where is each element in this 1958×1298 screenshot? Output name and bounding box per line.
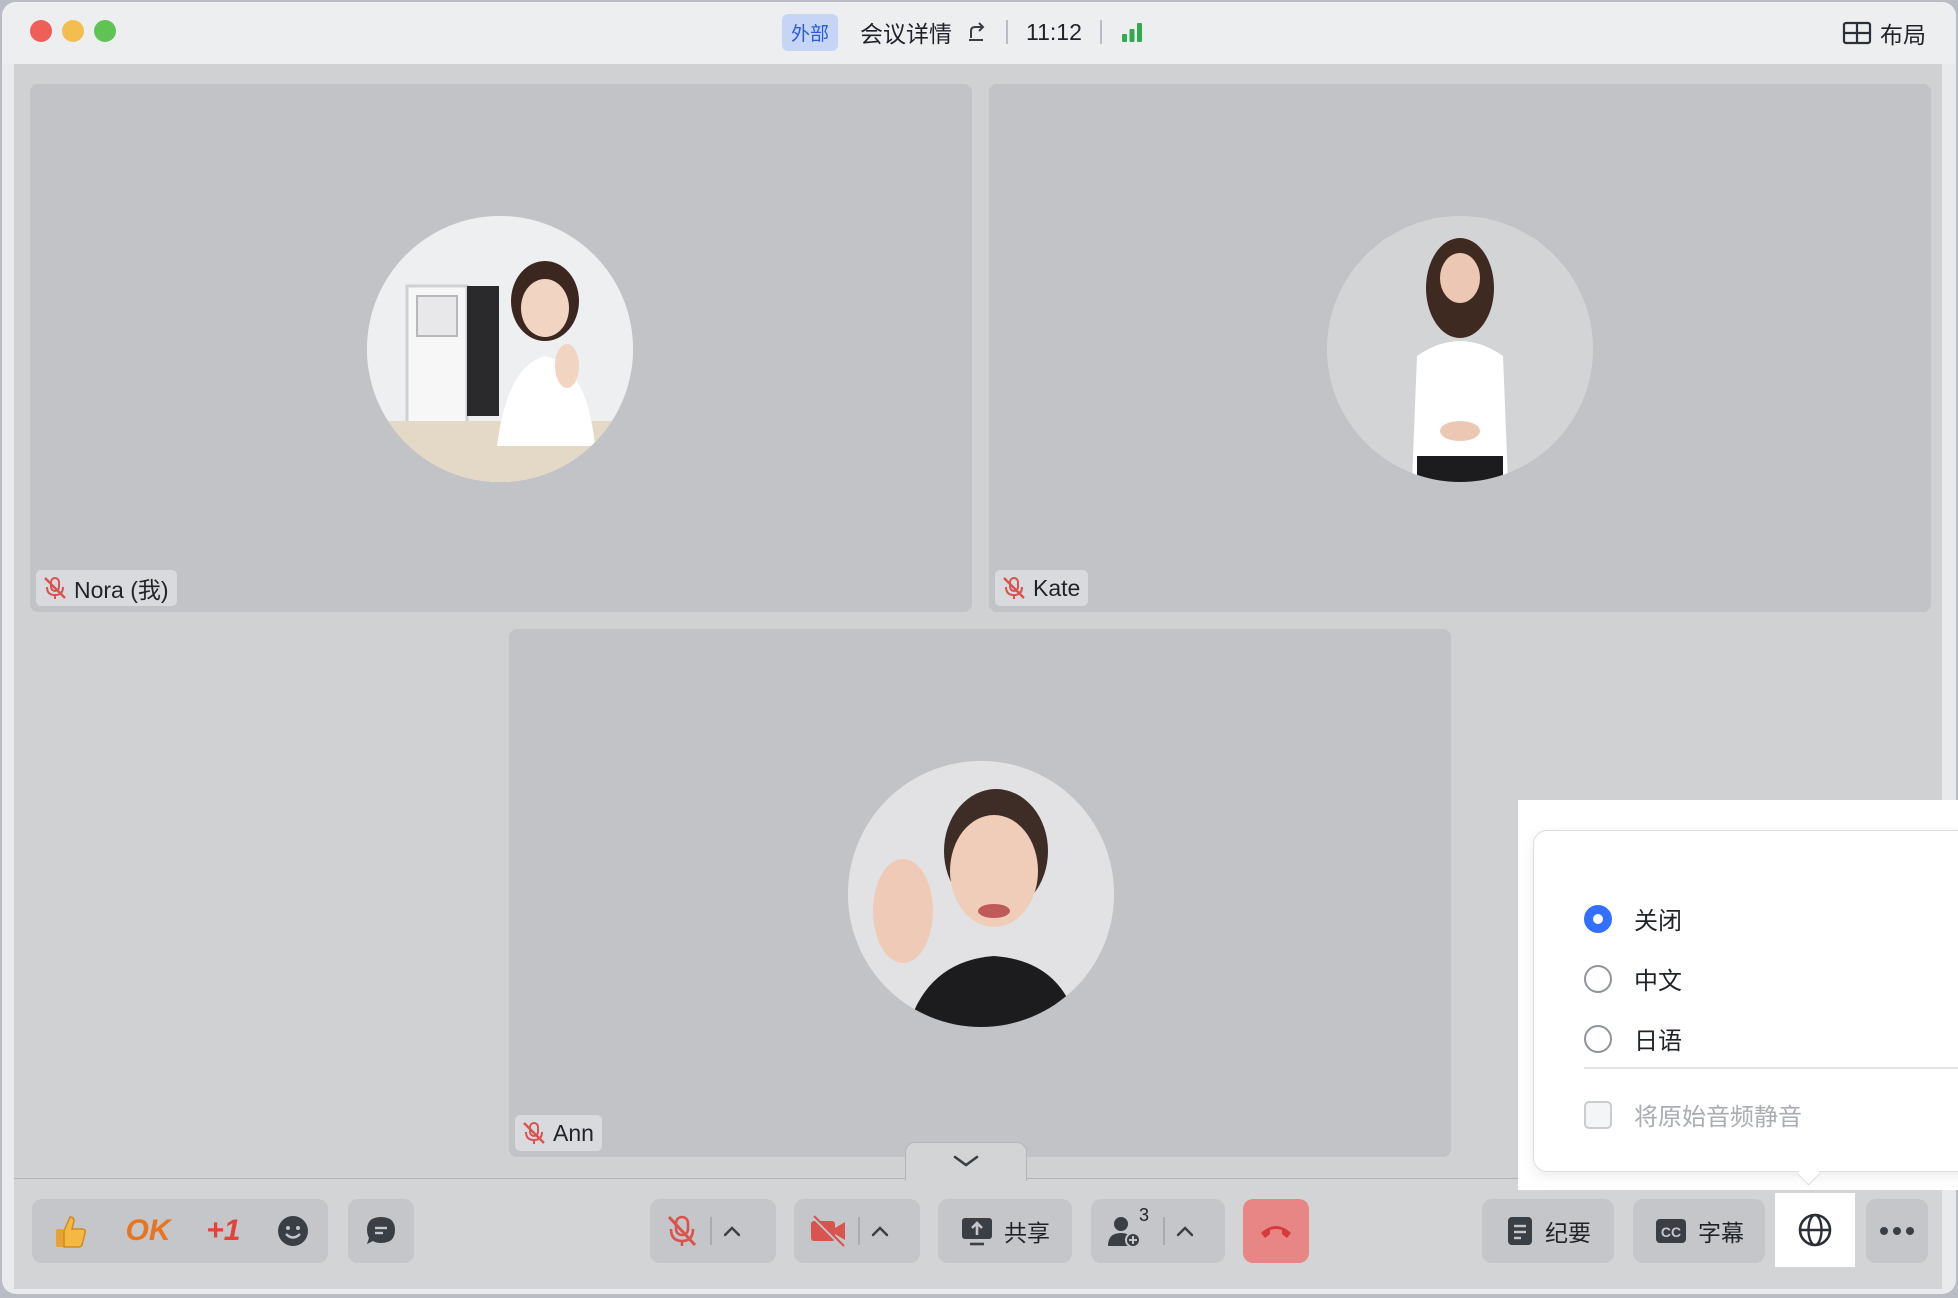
reaction-plus-one[interactable]: +1	[206, 1214, 240, 1248]
participant-name-tag: Nora (我)	[36, 570, 177, 606]
translation-option-japanese[interactable]: 日语	[1584, 1021, 1682, 1056]
participant-name-tag: Kate	[995, 570, 1089, 606]
participant-count: 3	[1139, 1205, 1150, 1225]
participant-tile-nora[interactable]: Nora (我)	[30, 84, 972, 612]
separator	[710, 1217, 712, 1245]
participant-name: Ann	[553, 1119, 594, 1146]
option-label: 中文	[1634, 968, 1682, 995]
share-screen-icon	[960, 1215, 994, 1247]
document-icon	[1505, 1215, 1535, 1247]
add-participant-icon: 3	[1105, 1205, 1149, 1249]
meeting-timer: 11:12	[1026, 18, 1082, 45]
mic-muted-icon	[42, 575, 74, 601]
radio-unselected[interactable]	[1584, 964, 1612, 993]
meeting-details-link[interactable]: 会议详情	[860, 15, 952, 49]
mute-original-label: 将原始音频静音	[1634, 1104, 1802, 1131]
radio-unselected[interactable]	[1584, 1024, 1612, 1053]
collapse-toolbar-button[interactable]	[905, 1142, 1027, 1181]
share-label: 共享	[1004, 1220, 1050, 1246]
chevron-down-icon	[952, 1153, 980, 1169]
share-button[interactable]: 共享	[938, 1199, 1072, 1263]
translation-button[interactable]	[1775, 1193, 1855, 1267]
separator	[858, 1217, 860, 1245]
meeting-info-bar: 外部 会议详情 11:12	[782, 12, 1144, 52]
mic-muted-icon	[1001, 575, 1033, 601]
layout-label: 布局	[1880, 22, 1926, 48]
avatar	[367, 216, 633, 482]
title-bar: 外部 会议详情 11:12 布局	[2, 2, 1956, 64]
chat-bubble-icon	[364, 1214, 398, 1248]
avatar	[1327, 216, 1593, 482]
mute-original-checkbox[interactable]	[1584, 1100, 1612, 1129]
mic-muted-icon	[664, 1213, 700, 1249]
chevron-up-icon[interactable]	[870, 1224, 890, 1238]
participant-tile-kate[interactable]: Kate	[989, 84, 1931, 612]
close-window-button[interactable]	[30, 20, 52, 42]
more-dots-icon	[1879, 1226, 1915, 1236]
option-label: 关闭	[1634, 908, 1682, 935]
share-link-icon[interactable]	[966, 21, 988, 43]
captions-label: 字幕	[1698, 1220, 1744, 1246]
reaction-ok[interactable]: OK	[126, 1214, 171, 1248]
chevron-up-icon[interactable]	[1175, 1224, 1195, 1238]
reactions-group: OK +1	[32, 1199, 328, 1263]
hang-up-icon	[1258, 1221, 1294, 1241]
participant-name: Kate	[1033, 574, 1081, 601]
svg-text:CC: CC	[1661, 1224, 1681, 1240]
separator	[1099, 20, 1102, 44]
chat-button[interactable]	[348, 1199, 414, 1263]
translation-menu: 关闭 中文 日语 将原始音频静音	[1533, 830, 1958, 1172]
radio-selected[interactable]	[1584, 904, 1612, 933]
camera-button[interactable]	[794, 1199, 920, 1263]
microphone-button[interactable]	[650, 1199, 776, 1263]
zoom-window-button[interactable]	[94, 20, 116, 42]
leave-meeting-button[interactable]	[1243, 1199, 1309, 1263]
participants-button[interactable]: 3	[1091, 1199, 1225, 1263]
thumbs-up-icon[interactable]	[50, 1211, 90, 1251]
cc-icon: CC	[1654, 1217, 1688, 1245]
separator	[1163, 1217, 1165, 1245]
emoji-icon[interactable]	[276, 1214, 310, 1248]
mic-muted-icon	[521, 1120, 553, 1146]
menu-divider	[1584, 1067, 1958, 1069]
layout-button[interactable]: 布局	[1842, 16, 1926, 50]
separator	[1006, 20, 1009, 44]
mute-original-audio-option[interactable]: 将原始音频静音	[1584, 1097, 1802, 1132]
translation-option-chinese[interactable]: 中文	[1584, 961, 1682, 996]
more-options-button[interactable]	[1866, 1199, 1928, 1263]
chevron-up-icon[interactable]	[722, 1224, 742, 1238]
camera-off-icon	[808, 1213, 848, 1249]
avatar	[848, 761, 1114, 1027]
external-badge: 外部	[782, 13, 839, 51]
grid-layout-icon	[1842, 21, 1872, 45]
minimize-window-button[interactable]	[62, 20, 84, 42]
signal-strength-icon[interactable]	[1120, 21, 1144, 43]
participant-tile-ann[interactable]: Ann	[509, 629, 1451, 1157]
participant-name-tag: Ann	[515, 1115, 602, 1151]
captions-button[interactable]: CC 字幕	[1633, 1199, 1765, 1263]
option-label: 日语	[1634, 1028, 1682, 1055]
participant-name: Nora (我)	[74, 577, 169, 603]
translation-option-off[interactable]: 关闭	[1584, 901, 1682, 936]
minutes-label: 纪要	[1545, 1220, 1591, 1246]
globe-icon	[1796, 1211, 1834, 1249]
minutes-button[interactable]: 纪要	[1482, 1199, 1614, 1263]
